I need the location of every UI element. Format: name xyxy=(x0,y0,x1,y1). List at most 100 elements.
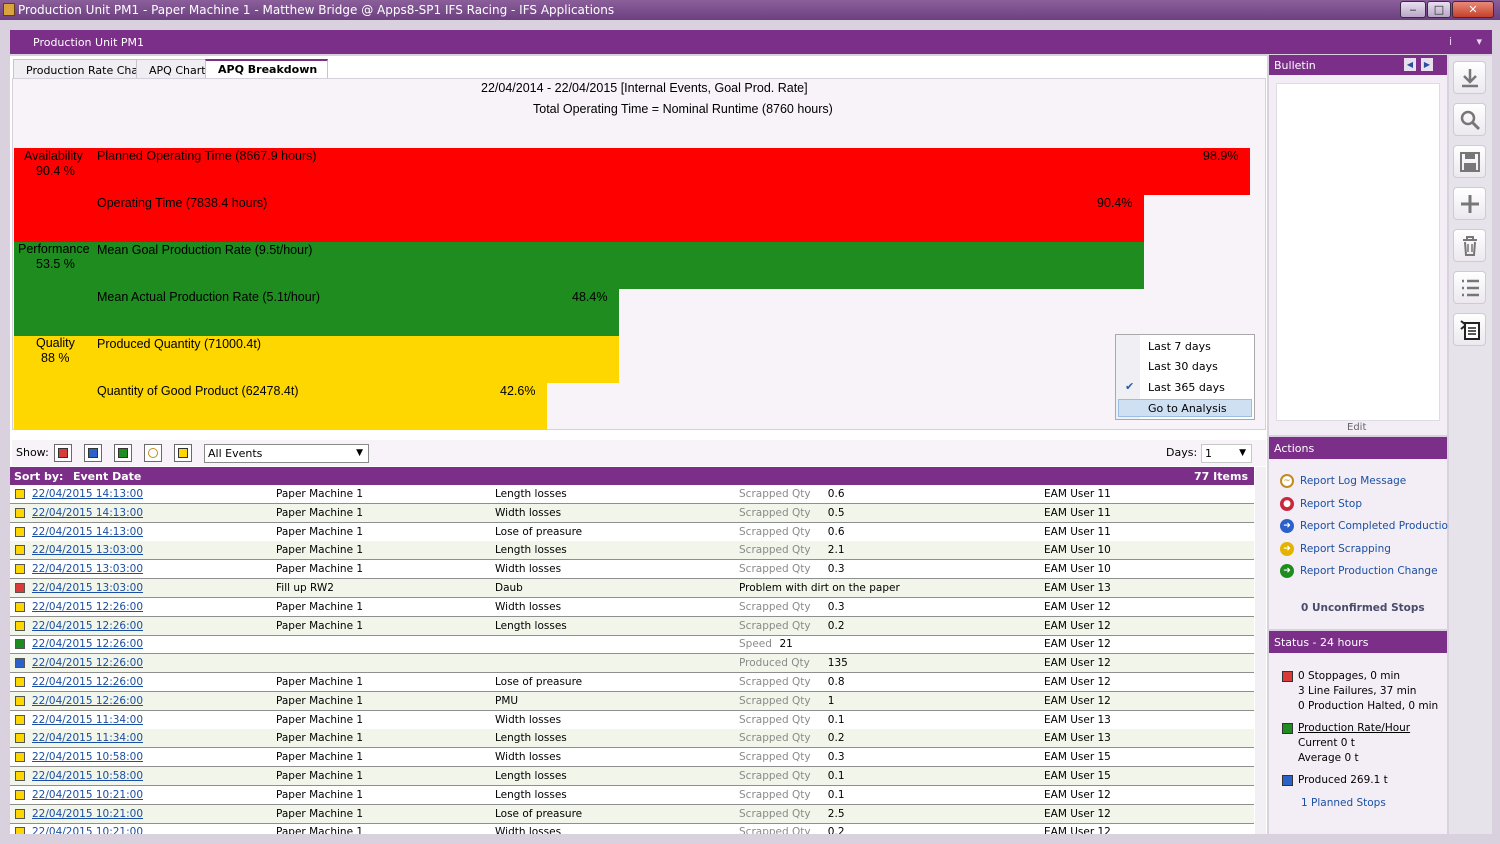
close-button[interactable]: ✕ xyxy=(1452,1,1494,18)
table-row[interactable]: 22/04/2015 13:03:00 Paper Machine 1 Width … xyxy=(10,560,1254,580)
event-unit: Paper Machine 1 xyxy=(276,563,364,576)
event-date-link[interactable]: 22/04/2015 13:03:00 xyxy=(32,544,143,556)
event-date-link[interactable]: 22/04/2015 14:13:00 xyxy=(32,507,143,519)
event-qty-label: Scrapped Qty xyxy=(739,788,811,801)
tab-apq-breakdown[interactable]: APQ Breakdown xyxy=(205,59,329,79)
speed-filter-toggle[interactable] xyxy=(114,444,132,462)
table-row[interactable]: 22/04/2015 13:03:00 Paper Machine 1 Length… xyxy=(10,541,1254,561)
event-qty-value: 0.1 xyxy=(827,713,845,726)
pin-icon[interactable]: ▾ xyxy=(1476,35,1482,48)
scrap-filter-toggle[interactable] xyxy=(174,444,192,462)
page-title: Production Unit PM1 xyxy=(33,36,145,49)
log-filter-toggle[interactable] xyxy=(144,444,162,462)
event-user: EAM User 11 xyxy=(1044,525,1111,538)
search-icon[interactable] xyxy=(1453,103,1486,136)
event-qty-label: Scrapped Qty xyxy=(739,770,811,782)
stop-filter-toggle[interactable] xyxy=(54,444,72,462)
minimize-button[interactable]: ‒ xyxy=(1400,1,1426,18)
table-row[interactable]: 22/04/2015 12:26:00 Paper Machine 1 Lose o… xyxy=(10,673,1254,692)
event-user: EAM User 12 xyxy=(1044,807,1111,820)
event-date-link[interactable]: 22/04/2015 10:58:00 xyxy=(32,751,143,763)
previous-icon[interactable]: ◀ xyxy=(1404,58,1416,71)
event-date-link[interactable]: 22/04/2015 12:26:00 xyxy=(32,695,143,707)
event-type-icon xyxy=(15,639,25,650)
event-reason: Length losses xyxy=(495,788,567,801)
table-row[interactable]: 22/04/2015 11:34:00 Paper Machine 1 Width … xyxy=(10,711,1254,730)
save-icon[interactable] xyxy=(1453,145,1486,178)
add-icon[interactable] xyxy=(1453,187,1486,220)
menu-item-go-to-analysis[interactable]: Go to Analysis xyxy=(1148,402,1227,415)
production-halted-text: 0 Production Halted, 0 min xyxy=(1298,700,1439,712)
table-row[interactable]: 22/04/2015 12:26:00 Produced Qty 135 EAM Us… xyxy=(10,654,1254,674)
table-row[interactable]: 22/04/2015 10:21:00 Paper Machine 1 Lose o… xyxy=(10,804,1254,824)
details-icon[interactable] xyxy=(1453,313,1486,346)
chevron-down-icon: ▼ xyxy=(1239,448,1246,458)
event-qty-value: 135 xyxy=(827,657,848,670)
event-date-link[interactable]: 22/04/2015 12:26:00 xyxy=(32,601,143,613)
event-qty-label: Scrapped Qty xyxy=(739,713,811,726)
produced-filter-toggle[interactable] xyxy=(84,444,102,462)
sort-field[interactable]: Event Date xyxy=(73,470,141,483)
table-row[interactable]: 22/04/2015 12:26:00 Speed 21 EAM User 12 xyxy=(10,635,1254,655)
production-rate-link[interactable]: Production Rate/Hour xyxy=(1298,722,1410,734)
table-row[interactable]: 22/04/2015 12:26:00 Paper Machine 1 Length… xyxy=(10,616,1254,636)
event-unit: Paper Machine 1 xyxy=(276,525,364,538)
table-row[interactable]: 22/04/2015 12:26:00 Paper Machine 1 PMU Scr… xyxy=(10,691,1254,711)
table-row[interactable]: 22/04/2015 12:26:00 Paper Machine 1 Width … xyxy=(10,598,1254,617)
list-icon[interactable] xyxy=(1453,271,1486,304)
action-label: Report Completed Production xyxy=(1300,520,1455,532)
event-date-link[interactable]: 22/04/2015 13:03:00 xyxy=(32,563,143,575)
grid-header: Sort by: Event Date 77 Items xyxy=(10,467,1254,485)
table-row[interactable]: 22/04/2015 14:13:00 Paper Machine 1 Length… xyxy=(10,485,1254,504)
event-date-link[interactable]: 22/04/2015 12:26:00 xyxy=(32,638,143,650)
event-date-link[interactable]: 22/04/2015 14:13:00 xyxy=(32,526,143,538)
menu-item-last-365-days[interactable]: Last 365 days xyxy=(1148,381,1225,394)
download-icon[interactable] xyxy=(1453,61,1486,94)
table-row[interactable]: 22/04/2015 10:58:00 Paper Machine 1 Width … xyxy=(10,748,1254,768)
table-row[interactable]: 22/04/2015 11:34:00 Paper Machine 1 Length… xyxy=(10,729,1254,749)
maximize-button[interactable]: □ xyxy=(1427,1,1451,18)
table-row[interactable]: 22/04/2015 14:13:00 Paper Machine 1 Lose o… xyxy=(10,523,1254,542)
event-qty-label: Scrapped Qty xyxy=(739,676,811,688)
table-row[interactable]: 22/04/2015 10:21:00 Paper Machine 1 Width … xyxy=(10,823,1254,834)
event-unit: Paper Machine 1 xyxy=(276,770,364,782)
event-date-link[interactable]: 22/04/2015 13:03:00 xyxy=(32,582,143,594)
planned-stops-link[interactable]: 1 Planned Stops xyxy=(1301,797,1386,809)
apq-bar-percent: 48.4% xyxy=(572,290,608,304)
days-value: 1 xyxy=(1205,447,1212,460)
event-date-link[interactable]: 22/04/2015 11:34:00 xyxy=(32,714,143,726)
quality-pct: 88 % xyxy=(41,351,70,365)
event-user: EAM User 13 xyxy=(1044,713,1111,726)
table-row[interactable]: 22/04/2015 10:58:00 Paper Machine 1 Length… xyxy=(10,767,1254,786)
info-icon[interactable]: i xyxy=(1449,35,1452,48)
next-icon[interactable]: ▶ xyxy=(1421,58,1433,71)
event-date-link[interactable]: 22/04/2015 10:21:00 xyxy=(32,789,143,801)
bulletin-edit-link[interactable]: Edit xyxy=(1347,422,1366,433)
event-date-link[interactable]: 22/04/2015 11:34:00 xyxy=(32,732,143,744)
event-type-icon xyxy=(15,489,25,499)
event-date-link[interactable]: 22/04/2015 12:26:00 xyxy=(32,620,143,632)
event-date-link[interactable]: 22/04/2015 12:26:00 xyxy=(32,657,143,669)
event-date-link[interactable]: 22/04/2015 12:26:00 xyxy=(32,676,143,688)
event-type-icon xyxy=(15,714,25,725)
table-row[interactable]: 22/04/2015 13:03:00 Fill up RW2 Daub Proble… xyxy=(10,579,1254,598)
table-row[interactable]: 22/04/2015 10:21:00 Paper Machine 1 Length… xyxy=(10,786,1254,805)
event-type-select[interactable]: All Events ▼ xyxy=(204,444,369,463)
event-date-link[interactable]: 22/04/2015 10:58:00 xyxy=(32,770,143,782)
menu-item-last-30-days[interactable]: Last 30 days xyxy=(1148,360,1218,373)
days-label: Days: xyxy=(1166,446,1198,459)
event-type-icon xyxy=(15,545,25,556)
grid-scrollbar[interactable] xyxy=(1255,467,1266,834)
rate-status-icon xyxy=(1282,723,1293,734)
event-qty-value: 21 xyxy=(779,638,793,651)
menu-item-last-7-days[interactable]: Last 7 days xyxy=(1148,340,1211,353)
event-user: EAM User 12 xyxy=(1044,788,1111,801)
event-date-link[interactable]: 22/04/2015 10:21:00 xyxy=(32,808,143,820)
event-user: EAM User 10 xyxy=(1044,544,1111,557)
unconfirmed-stops[interactable]: 0 Unconfirmed Stops xyxy=(1301,602,1425,614)
event-date-link[interactable]: 22/04/2015 14:13:00 xyxy=(32,488,143,500)
table-row[interactable]: 22/04/2015 14:13:00 Paper Machine 1 Width … xyxy=(10,503,1254,523)
delete-icon[interactable] xyxy=(1453,229,1486,262)
days-select[interactable]: 1 ▼ xyxy=(1201,444,1252,463)
event-date-link[interactable]: 22/04/2015 10:21:00 xyxy=(32,826,143,834)
